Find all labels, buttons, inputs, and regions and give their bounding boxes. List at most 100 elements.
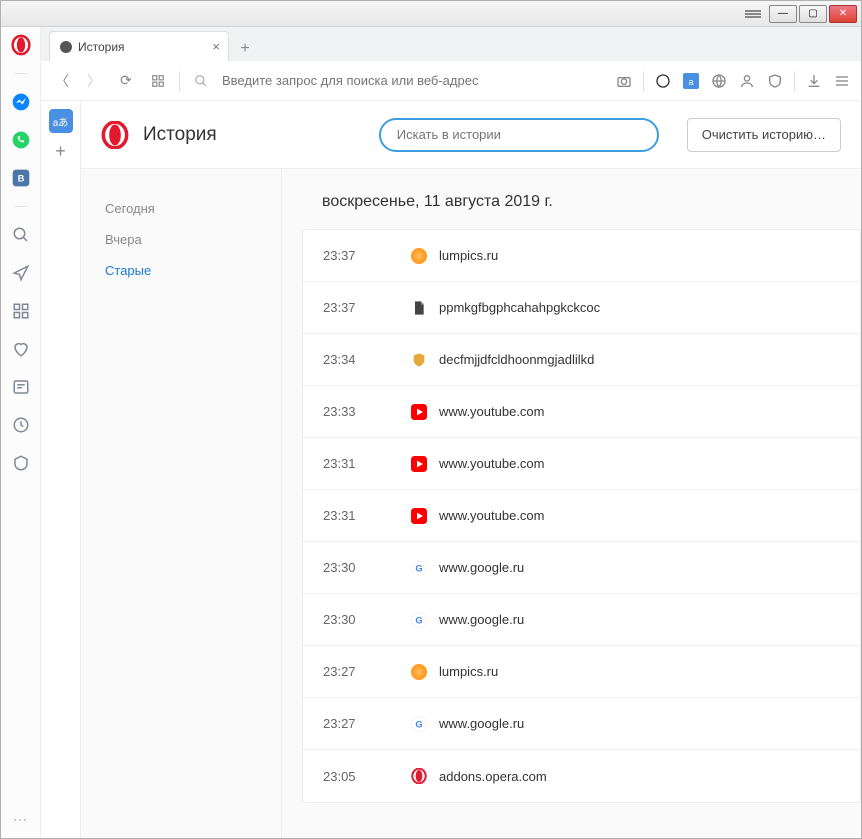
history-time: 23:31 — [323, 456, 363, 471]
svg-text:G: G — [415, 615, 422, 625]
history-time: 23:30 — [323, 560, 363, 575]
history-time: 23:05 — [323, 769, 363, 784]
history-time: 23:31 — [323, 508, 363, 523]
speeddial-icon[interactable] — [11, 301, 31, 321]
history-time: 23:37 — [323, 248, 363, 263]
translate-icon[interactable]: a — [682, 72, 700, 90]
favicon-icon: G — [411, 612, 427, 628]
favicon-icon — [411, 248, 427, 264]
new-tab-button[interactable]: + — [233, 37, 257, 61]
tab-strip: История × + — [41, 27, 861, 61]
favicon-icon — [411, 404, 427, 420]
window-frame: — ▢ ✕ B ⋯ Ис — [0, 0, 862, 839]
close-button[interactable]: ✕ — [829, 5, 857, 23]
whatsapp-icon[interactable] — [11, 130, 31, 150]
opera-logo-icon[interactable] — [11, 35, 31, 55]
history-rail-icon[interactable] — [11, 415, 31, 435]
address-input[interactable] — [222, 73, 605, 88]
history-search[interactable] — [379, 118, 659, 152]
favicon-icon: G — [411, 716, 427, 732]
history-site: www.youtube.com — [411, 456, 545, 472]
history-row[interactable]: 23:37 ppmkgfbgphcahahpgkckcoc — [303, 282, 860, 334]
search-rail-icon[interactable] — [11, 225, 31, 245]
tab-close-icon[interactable]: × — [212, 39, 220, 54]
back-button[interactable]: 〈 — [51, 70, 73, 92]
opera-logo-icon — [101, 121, 129, 149]
history-time: 23:34 — [323, 352, 363, 367]
sidepanel-add-button[interactable]: + — [55, 141, 66, 162]
history-site: Gwww.google.ru — [411, 716, 524, 732]
favicon-icon — [411, 456, 427, 472]
history-site: lumpics.ru — [411, 664, 498, 680]
page-title: История — [143, 124, 217, 146]
history-row[interactable]: 23:27 Gwww.google.ru — [303, 698, 860, 750]
history-row[interactable]: 23:37 lumpics.ru — [303, 230, 860, 282]
history-site: www.youtube.com — [411, 508, 545, 524]
history-site: ppmkgfbgphcahahpgkckcoc — [411, 300, 600, 316]
history-nav-item[interactable]: Вчера — [105, 224, 281, 255]
history-time: 23:33 — [323, 404, 363, 419]
history-row[interactable]: 23:33 www.youtube.com — [303, 386, 860, 438]
history-row[interactable]: 23:30 Gwww.google.ru — [303, 542, 860, 594]
history-nav-item[interactable]: Старые — [105, 255, 281, 286]
history-row[interactable]: 23:30 Gwww.google.ru — [303, 594, 860, 646]
left-rail: B ⋯ — [1, 27, 41, 838]
tab-title: История — [78, 40, 125, 54]
messenger-icon[interactable] — [11, 92, 31, 112]
history-main: воскресенье, 11 августа 2019 г. 23:37 lum… — [281, 169, 861, 838]
sidepanel: aあ + — [41, 101, 81, 838]
reload-button[interactable]: ⟳ — [115, 70, 137, 92]
speeddial-button[interactable] — [147, 70, 169, 92]
history-time: 23:37 — [323, 300, 363, 315]
svg-text:a: a — [688, 77, 693, 87]
history-time: 23:27 — [323, 664, 363, 679]
vk-icon[interactable]: B — [11, 168, 31, 188]
svg-text:G: G — [415, 563, 422, 573]
history-row[interactable]: 23:34decfmjjdfcldhoonmgjadlilkd — [303, 334, 860, 386]
history-site: Gwww.google.ru — [411, 612, 524, 628]
favicon-icon — [411, 300, 427, 316]
history-site: www.youtube.com — [411, 404, 545, 420]
send-icon[interactable] — [11, 263, 31, 283]
tab-history[interactable]: История × — [49, 31, 229, 61]
window-control-icon[interactable] — [745, 7, 761, 21]
heart-icon[interactable] — [11, 339, 31, 359]
tab-favicon-icon — [60, 41, 72, 53]
address-bar: 〈 〉 ⟳ a — [41, 61, 861, 101]
titlebar: — ▢ ✕ — [1, 1, 861, 27]
history-row[interactable]: 23:05addons.opera.com — [303, 750, 860, 802]
download-icon[interactable] — [805, 72, 823, 90]
menu-icon[interactable] — [833, 72, 851, 90]
news-icon[interactable] — [11, 377, 31, 397]
history-row[interactable]: 23:31 www.youtube.com — [303, 490, 860, 542]
opera-ext-icon[interactable] — [654, 72, 672, 90]
rail-more-icon[interactable]: ⋯ — [13, 811, 28, 828]
favicon-icon: G — [411, 560, 427, 576]
minimize-button[interactable]: — — [769, 5, 797, 23]
camera-icon[interactable] — [615, 72, 633, 90]
user-icon[interactable] — [738, 72, 756, 90]
clear-history-button[interactable]: Очистить историю… — [687, 118, 841, 152]
globe-icon[interactable] — [710, 72, 728, 90]
history-search-input[interactable] — [397, 127, 641, 142]
translate-badge-icon[interactable]: aあ — [49, 109, 73, 133]
svg-text:G: G — [415, 719, 422, 729]
date-heading: воскресенье, 11 августа 2019 г. — [282, 193, 861, 229]
history-list: 23:37 lumpics.ru 23:37 ppmkgfbgphcahahpgkck… — [302, 229, 861, 803]
history-site: Gwww.google.ru — [411, 560, 524, 576]
history-time: 23:30 — [323, 612, 363, 627]
page-header: История Очистить историю… — [81, 101, 861, 169]
extensions-icon[interactable] — [11, 453, 31, 473]
history-row[interactable]: 23:31 www.youtube.com — [303, 438, 860, 490]
favicon-icon — [411, 664, 427, 680]
maximize-button[interactable]: ▢ — [799, 5, 827, 23]
shield-icon[interactable] — [766, 72, 784, 90]
favicon-icon — [411, 352, 427, 368]
history-row[interactable]: 23:27 lumpics.ru — [303, 646, 860, 698]
forward-button[interactable]: 〉 — [83, 70, 105, 92]
history-nav: СегодняВчераСтарые — [81, 169, 281, 838]
history-time: 23:27 — [323, 716, 363, 731]
history-nav-item[interactable]: Сегодня — [105, 193, 281, 224]
history-site: lumpics.ru — [411, 248, 498, 264]
favicon-icon — [411, 508, 427, 524]
